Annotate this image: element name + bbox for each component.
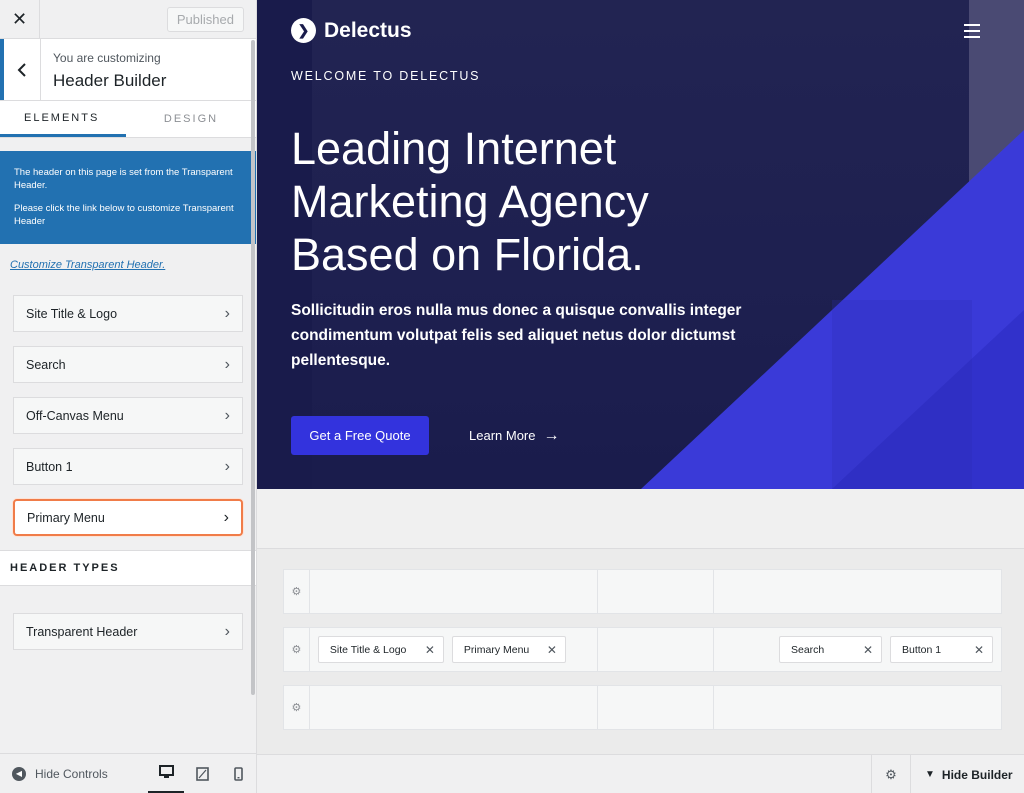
sidebar-tabs: ELEMENTS DESIGN xyxy=(0,101,256,138)
chip-label: Button 1 xyxy=(902,643,942,656)
builder-col-center[interactable] xyxy=(598,570,714,613)
sidebar-item-label: Site Title & Logo xyxy=(26,306,118,321)
notice-line-1: The header on this page is set from the … xyxy=(14,167,233,191)
builder-col-center[interactable] xyxy=(598,628,714,671)
transparent-header-notice: The header on this page is set from the … xyxy=(0,151,256,244)
builder-col-right[interactable]: Search ✕ Button 1 ✕ xyxy=(714,628,1001,671)
notice-line-2: Please click the link below to customize… xyxy=(14,203,234,227)
heading-title: Header Builder xyxy=(53,71,167,90)
builder-col-left[interactable] xyxy=(310,570,599,613)
sidebar-footer: ◀ Hide Controls xyxy=(0,753,256,793)
sidebar-item-transparent-header[interactable]: Transparent Header › xyxy=(13,613,243,650)
chevron-right-icon: › xyxy=(224,304,230,322)
heading-text: You are customizing Header Builder xyxy=(41,39,178,100)
tab-elements[interactable]: ELEMENTS xyxy=(0,101,126,137)
row-settings-gear-icon[interactable]: ⚙ xyxy=(284,686,310,729)
sidebar-item-button-1[interactable]: Button 1 › xyxy=(13,448,243,485)
learn-more-link[interactable]: Learn More → xyxy=(469,416,559,455)
chip-label: Site Title & Logo xyxy=(329,643,407,656)
builder-settings-gear-icon[interactable]: ⚙ xyxy=(871,755,911,793)
site-title: Delectus xyxy=(324,18,412,42)
builder-row-top: ⚙ xyxy=(283,569,1002,614)
builder-row-main: ⚙ Site Title & Logo ✕ Primary Menu ✕ Sea… xyxy=(283,627,1002,672)
hero-subtitle: Sollicitudin eros nulla mus donec a quis… xyxy=(291,302,742,369)
chevron-right-icon: › xyxy=(224,622,230,640)
builder-col-left[interactable]: Site Title & Logo ✕ Primary Menu ✕ xyxy=(310,628,599,671)
header-builder: ⚙ ⚙ Site Title & Logo ✕ Primary Menu ✕ S… xyxy=(257,549,1024,754)
heading-subtitle: You are customizing xyxy=(53,51,161,65)
chevron-right-icon: › xyxy=(224,355,230,373)
chip-search[interactable]: Search ✕ xyxy=(779,636,882,663)
builder-col-right[interactable] xyxy=(714,570,1001,613)
chip-button-1[interactable]: Button 1 ✕ xyxy=(890,636,993,663)
arrow-right-icon: → xyxy=(543,426,560,444)
header-types-list: Transparent Header › xyxy=(0,586,256,650)
chip-label: Search xyxy=(791,643,825,656)
mobile-icon xyxy=(233,766,243,781)
logo-icon: ❯ xyxy=(291,18,316,43)
chevron-down-icon: ▼ xyxy=(925,769,935,780)
customizer-sidebar: ✕ Published You are customizing Header B… xyxy=(0,0,257,793)
close-icon[interactable]: ✕ xyxy=(863,643,873,657)
sidebar-item-label: Search xyxy=(26,357,66,372)
hide-builder-label: Hide Builder xyxy=(941,767,1013,782)
hero-title: Leading Internet Marketing Agency Based … xyxy=(291,123,649,280)
chevron-right-icon: › xyxy=(224,457,230,475)
tablet-icon xyxy=(195,766,209,781)
chevron-right-icon: › xyxy=(224,406,230,424)
row-settings-gear-icon[interactable]: ⚙ xyxy=(284,570,310,613)
sidebar-item-label: Transparent Header xyxy=(26,624,138,639)
sidebar-scrollbar[interactable] xyxy=(251,40,255,695)
chip-label: Primary Menu xyxy=(463,643,530,656)
sidebar-item-site-title-logo[interactable]: Site Title & Logo › xyxy=(13,295,243,332)
builder-footer: ⚙ ▼ Hide Builder xyxy=(257,754,1024,793)
close-icon[interactable]: ✕ xyxy=(425,643,435,657)
row-settings-gear-icon[interactable]: ⚙ xyxy=(284,628,310,671)
hide-builder-button[interactable]: ▼ Hide Builder xyxy=(925,755,1013,793)
sidebar-topbar: ✕ Published xyxy=(0,0,256,39)
sidebar-item-label: Off-Canvas Menu xyxy=(26,408,124,423)
hide-controls-button[interactable]: ◀ Hide Controls xyxy=(0,766,148,781)
builder-col-right[interactable] xyxy=(714,686,1001,729)
desktop-icon xyxy=(158,765,174,778)
tab-design[interactable]: DESIGN xyxy=(126,101,256,137)
sidebar-item-primary-menu[interactable]: Primary Menu › xyxy=(13,499,243,536)
sidebar-item-off-canvas-menu[interactable]: Off-Canvas Menu › xyxy=(13,397,243,434)
chip-site-title-logo[interactable]: Site Title & Logo ✕ xyxy=(317,636,444,663)
builder-col-left[interactable] xyxy=(310,686,599,729)
chip-primary-menu[interactable]: Primary Menu ✕ xyxy=(451,636,566,663)
get-quote-button[interactable]: Get a Free Quote xyxy=(291,416,429,455)
sidebar-item-label: Primary Menu xyxy=(27,510,105,525)
mobile-preview-button[interactable] xyxy=(220,754,256,793)
chevron-left-icon xyxy=(17,62,26,77)
site-logo[interactable]: ❯ Delectus xyxy=(291,18,412,43)
close-icon[interactable]: ✕ xyxy=(974,643,984,657)
builder-col-center[interactable] xyxy=(598,686,714,729)
published-button[interactable]: Published xyxy=(166,6,244,32)
builder-row-bottom: ⚙ xyxy=(283,685,1002,730)
hero-preview: ❯ Delectus WELCOME TO DELECTUS Leading I… xyxy=(257,0,1024,489)
learn-more-label: Learn More xyxy=(469,428,536,443)
sidebar-item-search[interactable]: Search › xyxy=(13,346,243,383)
collapse-icon: ◀ xyxy=(12,766,26,781)
close-icon[interactable]: ✕ xyxy=(547,643,557,657)
section-heading: You are customizing Header Builder xyxy=(0,39,256,101)
back-button[interactable] xyxy=(0,39,41,100)
header-types-heading: HEADER TYPES xyxy=(0,550,256,586)
elements-list: Site Title & Logo › Search › Off-Canvas … xyxy=(0,286,256,536)
chevron-right-icon: › xyxy=(223,508,229,526)
tablet-preview-button[interactable] xyxy=(184,754,220,793)
content-band xyxy=(257,489,1024,549)
hide-controls-label: Hide Controls xyxy=(35,766,108,781)
close-icon[interactable]: ✕ xyxy=(0,0,40,39)
hamburger-menu-icon[interactable] xyxy=(964,24,980,42)
desktop-preview-button[interactable] xyxy=(148,754,184,793)
sidebar-item-label: Button 1 xyxy=(26,459,73,474)
hero-kicker: WELCOME TO DELECTUS xyxy=(291,69,481,83)
customize-transparent-header-link[interactable]: Customize Transparent Header. xyxy=(10,259,246,271)
